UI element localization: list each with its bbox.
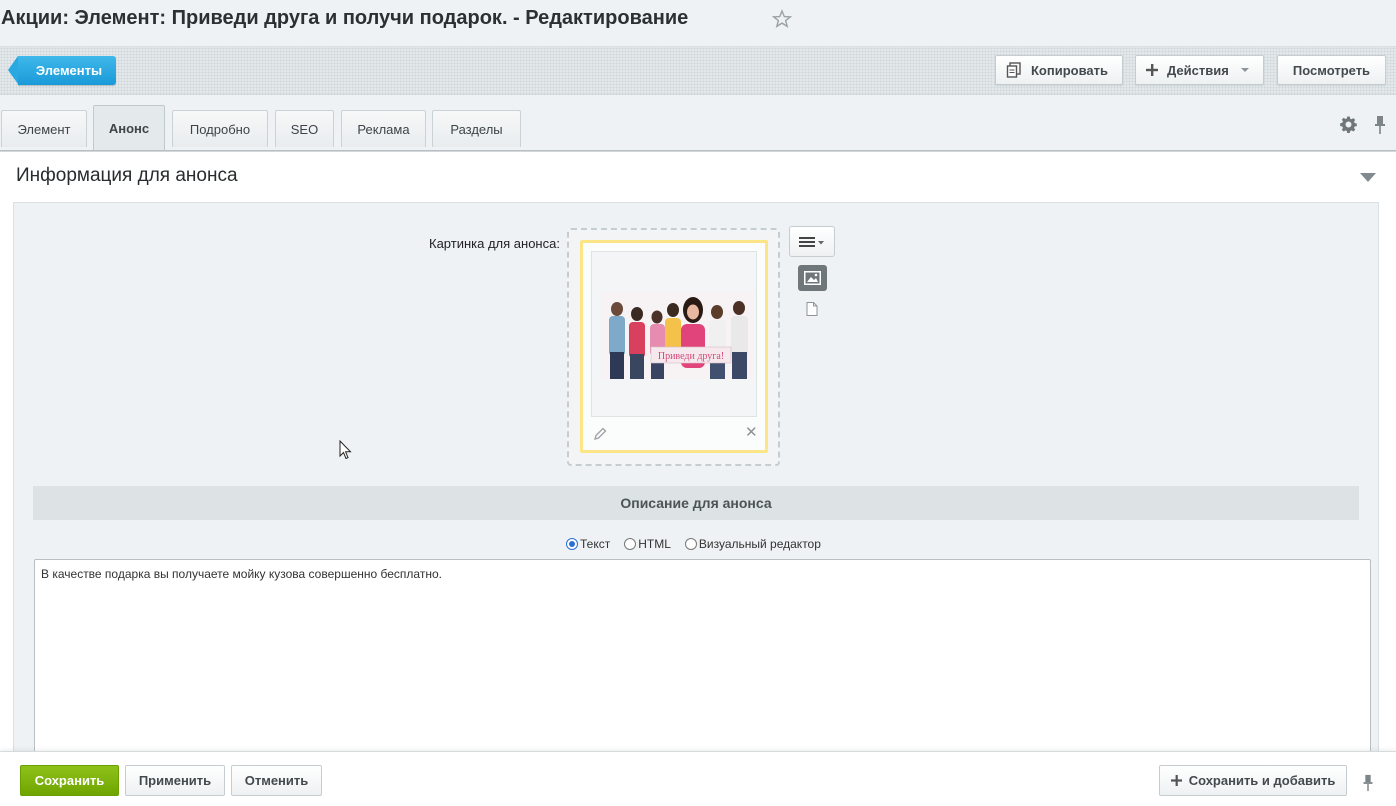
section-body: Картинка для анонса: Приведи друга! ✕ Оп… <box>13 202 1379 753</box>
copy-icon <box>1006 62 1022 78</box>
tab-element[interactable]: Элемент <box>1 110 87 147</box>
view-button-label: Посмотреть <box>1292 62 1371 78</box>
back-to-elements-button[interactable]: Элементы <box>8 56 116 85</box>
tab-sections[interactable]: Разделы <box>432 110 521 147</box>
announce-picture: Приведи друга! <box>601 292 753 379</box>
pencil-icon[interactable] <box>593 427 607 441</box>
file-icon[interactable] <box>806 302 818 316</box>
picture-menu-button[interactable] <box>789 226 835 257</box>
picture-card[interactable]: Приведи друга! ✕ <box>580 240 768 453</box>
description-text: В качестве подарка вы получаете мойку ку… <box>41 567 442 581</box>
page-title: Акции: Элемент: Приведи друга и получи п… <box>1 7 689 29</box>
tab-label: Элемент <box>17 121 71 137</box>
gear-icon[interactable] <box>1340 116 1357 133</box>
title-bar: Акции: Элемент: Приведи друга и получи п… <box>0 0 1396 46</box>
collapse-triangle-icon[interactable] <box>1360 173 1376 182</box>
radio-button[interactable] <box>684 538 697 550</box>
radio-label: Текст <box>580 537 611 551</box>
tab-advertising[interactable]: Реклама <box>341 110 426 147</box>
back-button-label: Элементы <box>35 63 103 78</box>
actions-dropdown-button[interactable]: Действия <box>1135 55 1264 85</box>
save-and-add-button[interactable]: Сохранить и добавить <box>1159 765 1347 796</box>
picture-caption-text: Приведи друга! <box>658 351 724 362</box>
plus-icon <box>1146 64 1158 76</box>
main-content: Информация для анонса Картинка для анонс… <box>0 151 1396 753</box>
section-title: Информация для анонса <box>16 165 238 186</box>
view-button[interactable]: Посмотреть <box>1277 55 1386 85</box>
footer-bar: Сохранить Применить Отменить Сохранить и… <box>0 751 1396 806</box>
copy-button-label: Копировать <box>1031 62 1109 78</box>
plus-icon <box>1170 775 1182 786</box>
image-view-icon[interactable] <box>798 265 827 291</box>
cancel-button[interactable]: Отменить <box>231 765 322 796</box>
save-and-add-label: Сохранить и добавить <box>1188 773 1336 788</box>
picture-dropzone[interactable]: Приведи друга! ✕ <box>567 228 780 466</box>
description-header: Описание для анонса <box>33 486 1359 520</box>
pin-icon[interactable] <box>1374 115 1386 135</box>
menu-icon <box>799 236 824 247</box>
close-icon[interactable]: ✕ <box>745 425 758 440</box>
apply-button[interactable]: Применить <box>125 765 225 796</box>
mouse-cursor-icon <box>339 440 352 460</box>
radio-text[interactable]: Текст <box>566 537 610 551</box>
format-radio-group: Текст HTML Визуальный редактор <box>566 537 835 551</box>
pin-icon[interactable] <box>1362 774 1374 792</box>
chevron-down-icon <box>1240 68 1249 72</box>
picture-preview-frame: Приведи друга! <box>591 251 757 417</box>
tab-details[interactable]: Подробно <box>172 110 268 147</box>
tab-seo[interactable]: SEO <box>275 110 334 147</box>
radio-visual-editor[interactable]: Визуальный редактор <box>684 537 821 551</box>
description-textarea[interactable]: В качестве подарка вы получаете мойку ку… <box>34 559 1371 753</box>
picture-label: Картинка для анонса: <box>429 236 560 251</box>
radio-button[interactable] <box>566 538 578 550</box>
save-button[interactable]: Сохранить <box>20 765 119 796</box>
tab-label: Анонс <box>108 121 150 136</box>
star-icon[interactable] <box>772 9 792 29</box>
tab-label: SEO <box>290 121 319 137</box>
radio-html[interactable]: HTML <box>624 537 671 551</box>
toolbar: Элементы Копировать Действия Посмотреть <box>0 46 1396 95</box>
tab-label: Подробно <box>189 121 251 137</box>
radio-button[interactable] <box>624 538 637 550</box>
radio-label: HTML <box>638 537 671 551</box>
actions-button-label: Действия <box>1167 62 1229 78</box>
tab-label: Разделы <box>450 121 503 137</box>
copy-button[interactable]: Копировать <box>995 55 1123 85</box>
tab-announce[interactable]: Анонс <box>93 105 165 151</box>
radio-label: Визуальный редактор <box>698 537 821 551</box>
tab-bar: Элемент Анонс Подробно SEO Реклама Разде… <box>0 104 1396 151</box>
tab-label: Реклама <box>357 121 410 137</box>
